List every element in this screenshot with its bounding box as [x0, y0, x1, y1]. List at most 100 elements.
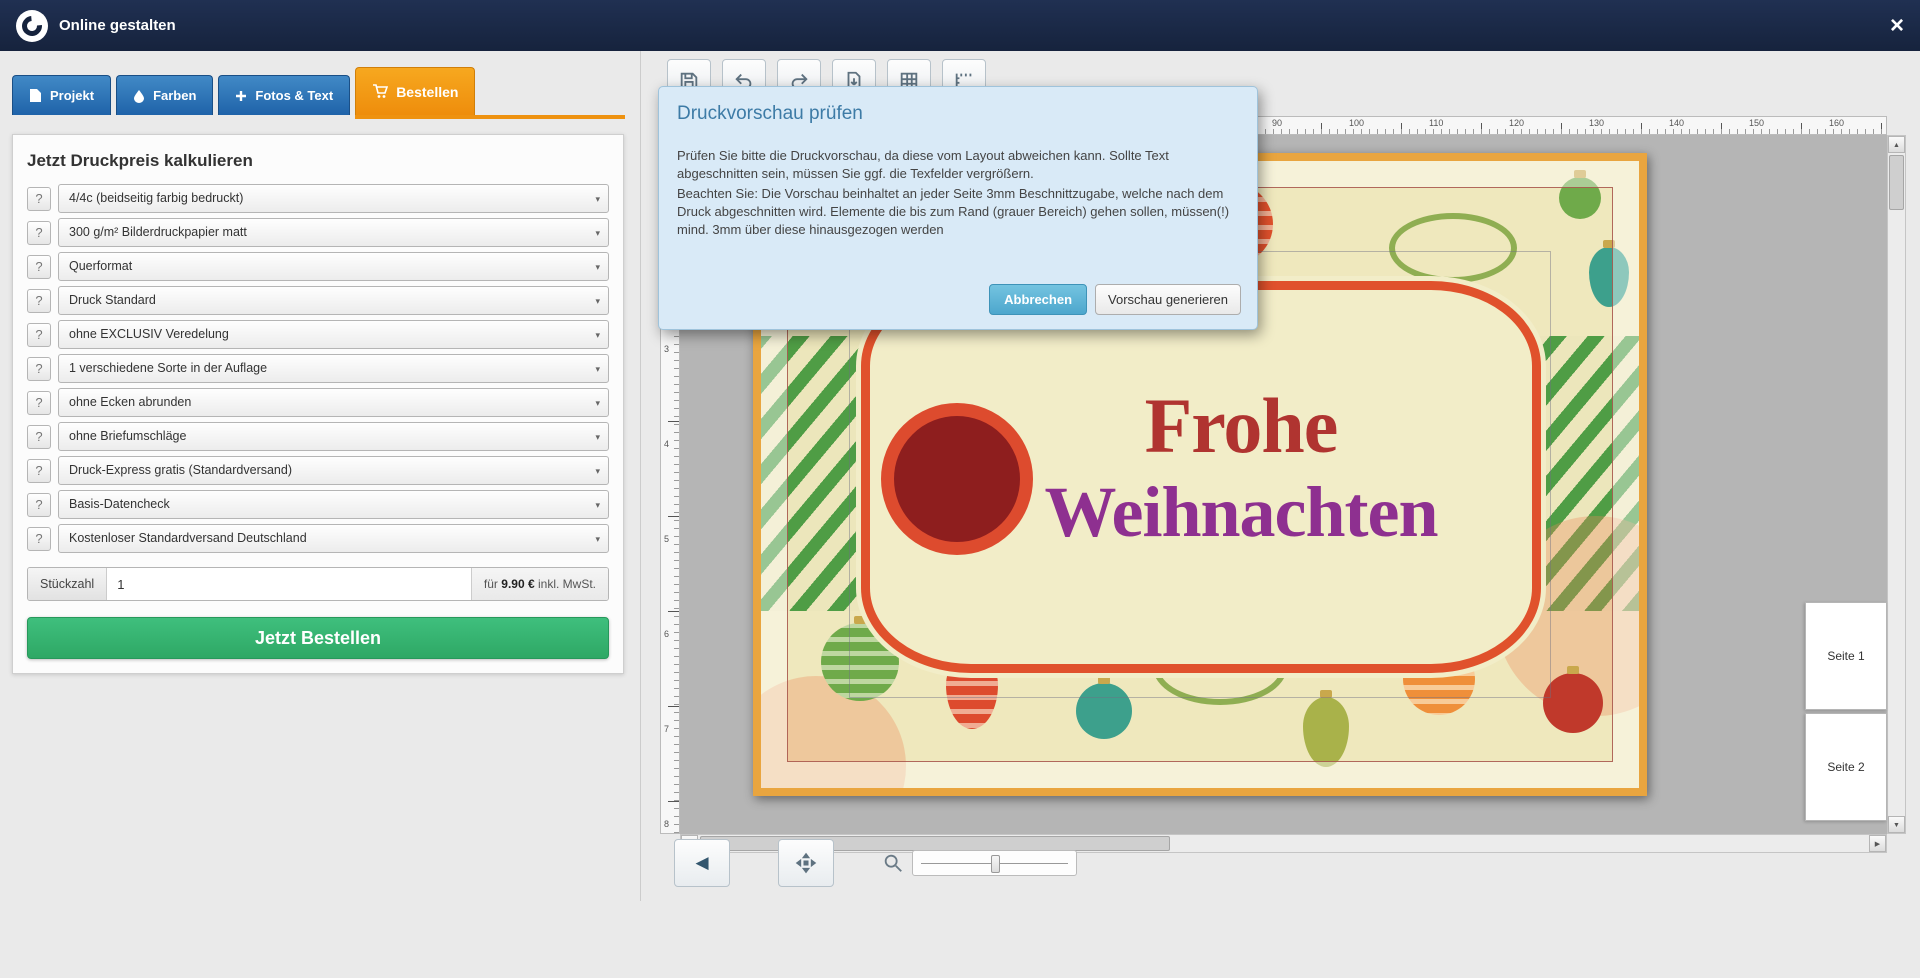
option-value: 1 verschiedene Sorte in der Auflage	[69, 361, 267, 375]
cancel-button[interactable]: Abbrechen	[989, 284, 1087, 315]
tab-label: Bestellen	[396, 84, 458, 100]
page-thumb-seite-1[interactable]: Seite 1	[1805, 602, 1887, 710]
tab-bestellen[interactable]: Bestellen	[355, 67, 475, 115]
ruler-label: 150	[1749, 118, 1764, 128]
zoom-slider-handle[interactable]	[991, 855, 1000, 873]
option-select-druck[interactable]: Druck Standard ▾	[58, 286, 609, 315]
tab-farben[interactable]: Farben	[116, 75, 213, 115]
price-value: 9.90 €	[501, 577, 534, 591]
option-value: 4/4c (beidseitig farbig bedruckt)	[69, 191, 243, 205]
quantity-group: Stückzahl für 9.90 € inkl. MwSt.	[27, 567, 609, 601]
quantity-input[interactable]	[107, 568, 471, 600]
option-row-sorten: ? 1 verschiedene Sorte in der Auflage▾	[27, 354, 609, 383]
close-icon[interactable]: ×	[1890, 14, 1904, 38]
help-button[interactable]: ?	[27, 255, 51, 279]
chevron-down-icon: ▾	[595, 457, 600, 485]
active-tab-underline	[355, 115, 625, 119]
option-select-sorten[interactable]: 1 verschiedene Sorte in der Auflage▾	[58, 354, 609, 383]
price-prefix: für	[484, 577, 498, 591]
option-value: Druck Standard	[69, 293, 156, 307]
help-button[interactable]: ?	[27, 425, 51, 449]
help-button[interactable]: ?	[27, 391, 51, 415]
ruler-label: 5	[664, 534, 669, 544]
scroll-down-icon[interactable]: ▼	[1888, 816, 1905, 833]
top-bar: Online gestalten ×	[0, 0, 1920, 51]
option-value: ohne Ecken abrunden	[69, 395, 191, 409]
option-select-veredelung[interactable]: ohne EXCLUSIV Veredelung▾	[58, 320, 609, 349]
help-button[interactable]: ?	[27, 289, 51, 313]
price-suffix: inkl. MwSt.	[538, 577, 596, 591]
page-thumb-seite-2[interactable]: Seite 2	[1805, 713, 1887, 821]
chevron-down-icon: ▾	[595, 287, 600, 315]
option-select-datencheck[interactable]: Basis-Datencheck▾	[58, 490, 609, 519]
option-select-format[interactable]: Querformat▾	[58, 252, 609, 281]
help-button[interactable]: ?	[27, 357, 51, 381]
horizontal-scroll-thumb[interactable]	[700, 836, 1170, 851]
scroll-right-icon[interactable]: ▶	[1869, 835, 1886, 852]
option-value: ohne Briefumschläge	[69, 429, 186, 443]
option-row-color: ? 4/4c (beidseitig farbig bedruckt) ▾	[27, 184, 609, 213]
option-select-color[interactable]: 4/4c (beidseitig farbig bedruckt) ▾	[58, 184, 609, 213]
tab-bar: Projekt Farben Fotos & Text Bestellen	[12, 67, 475, 115]
help-button[interactable]: ?	[27, 527, 51, 551]
generate-preview-button[interactable]: Vorschau generieren	[1095, 284, 1241, 315]
chevron-down-icon: ▾	[595, 219, 600, 247]
zoom-icon	[882, 852, 904, 879]
option-select-versand[interactable]: Kostenloser Standardversand Deutschland▾	[58, 524, 609, 553]
option-value: ohne EXCLUSIV Veredelung	[69, 327, 229, 341]
help-button[interactable]: ?	[27, 187, 51, 211]
option-row-druck: ? Druck Standard ▾	[27, 286, 609, 315]
back-button[interactable]: ◀	[674, 839, 730, 887]
order-now-button[interactable]: Jetzt Bestellen	[27, 617, 609, 659]
dialog-body: Prüfen Sie bitte die Druckvorschau, da d…	[677, 147, 1239, 239]
panel-divider	[640, 51, 641, 901]
option-select-umschlaege[interactable]: ohne Briefumschläge ▾	[58, 422, 609, 451]
tab-label: Farben	[153, 88, 196, 103]
ruler-label: 7	[664, 724, 669, 734]
tab-projekt[interactable]: Projekt	[12, 75, 111, 115]
option-row-express: ? Druck-Express gratis (Standardversand)…	[27, 456, 609, 485]
option-value: Querformat	[69, 259, 132, 273]
ruler-label: 100	[1349, 118, 1364, 128]
dialog-paragraph-2: Beachten Sie: Die Vorschau beinhaltet an…	[677, 185, 1239, 239]
option-select-ecken[interactable]: ohne Ecken abrunden▾	[58, 388, 609, 417]
ruler-label: 6	[664, 629, 669, 639]
document-icon	[29, 88, 42, 103]
page-label: Seite 2	[1827, 760, 1864, 774]
option-select-paper[interactable]: 300 g/m² Bilderdruckpapier matt ▾	[58, 218, 609, 247]
help-button[interactable]: ?	[27, 459, 51, 483]
dialog-buttons: Abbrechen Vorschau generieren	[989, 284, 1241, 315]
option-row-paper: ? 300 g/m² Bilderdruckpapier matt ▾	[27, 218, 609, 247]
app-logo-icon	[16, 10, 48, 42]
chevron-down-icon: ▾	[595, 185, 600, 213]
ruler-label: 4	[664, 439, 669, 449]
ruler-label: 120	[1509, 118, 1524, 128]
scroll-up-icon[interactable]: ▲	[1888, 136, 1905, 153]
horizontal-scrollbar[interactable]: ◀ ▶	[680, 834, 1887, 853]
tab-label: Fotos & Text	[255, 88, 333, 103]
option-row-versand: ? Kostenloser Standardversand Deutschlan…	[27, 524, 609, 553]
expand-icon	[795, 852, 817, 874]
help-button[interactable]: ?	[27, 493, 51, 517]
chevron-down-icon: ▾	[595, 423, 600, 451]
app-title: Online gestalten	[59, 17, 176, 34]
option-value: Basis-Datencheck	[69, 497, 170, 511]
zoom-slider[interactable]	[912, 850, 1077, 876]
option-row-umschlaege: ? ohne Briefumschläge ▾	[27, 422, 609, 451]
fit-to-screen-button[interactable]	[778, 839, 834, 887]
ruler-label: 3	[664, 344, 669, 354]
tab-fotos-text[interactable]: Fotos & Text	[218, 75, 350, 115]
ruler-label: 8	[664, 819, 669, 829]
print-preview-dialog: Druckvorschau prüfen Prüfen Sie bitte di…	[658, 86, 1258, 330]
vertical-scroll-thumb[interactable]	[1889, 155, 1904, 210]
plus-icon	[235, 90, 247, 102]
option-row-ecken: ? ohne Ecken abrunden▾	[27, 388, 609, 417]
help-button[interactable]: ?	[27, 323, 51, 347]
help-button[interactable]: ?	[27, 221, 51, 245]
option-value: 300 g/m² Bilderdruckpapier matt	[69, 225, 247, 239]
dialog-paragraph-1: Prüfen Sie bitte die Druckvorschau, da d…	[677, 147, 1239, 183]
dialog-title: Druckvorschau prüfen	[677, 103, 1239, 125]
vertical-scrollbar[interactable]: ▲ ▼	[1887, 135, 1906, 834]
option-select-express[interactable]: Druck-Express gratis (Standardversand)▾	[58, 456, 609, 485]
arrow-left-icon: ◀	[695, 853, 708, 873]
